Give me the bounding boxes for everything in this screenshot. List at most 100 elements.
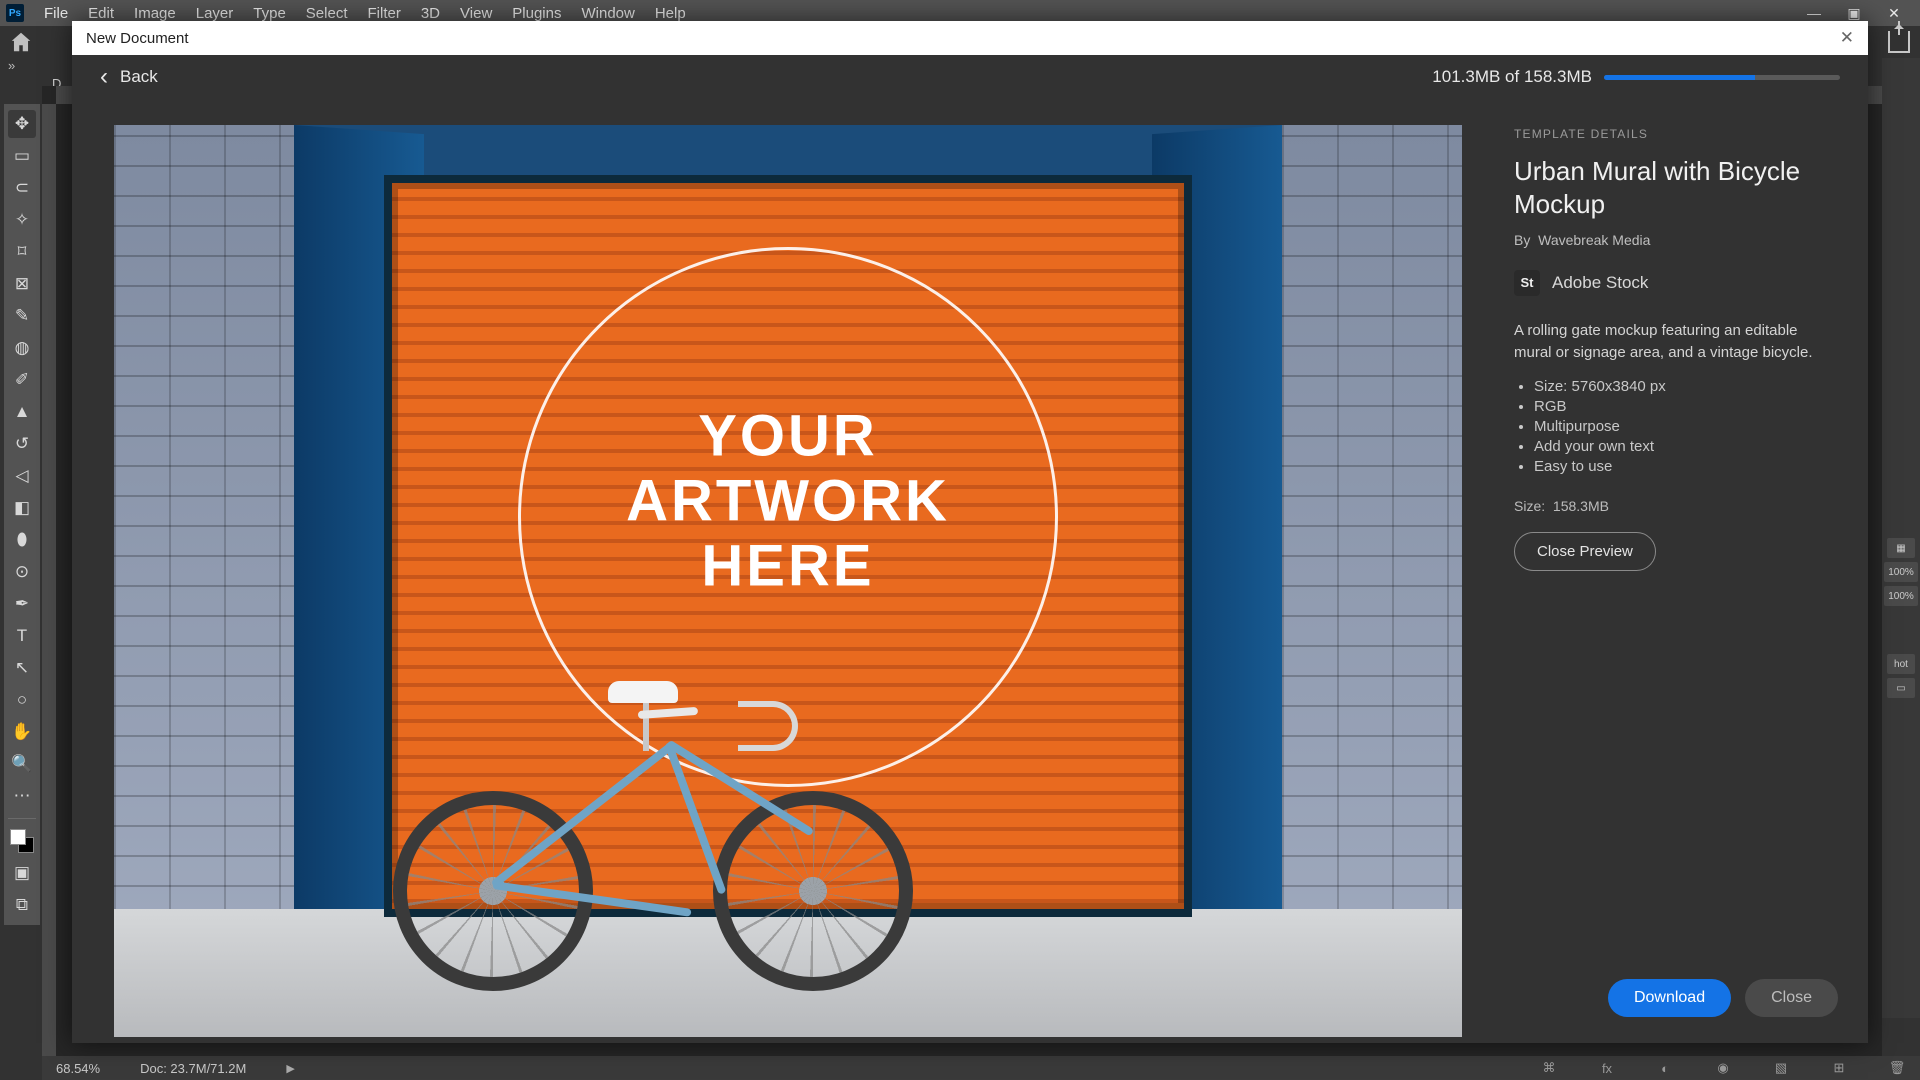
feature-item: Size: 5760x3840 px (1534, 378, 1838, 395)
bike-handlebar (738, 701, 798, 751)
mockup-image: YOUR ARTWORK HERE (114, 125, 1462, 1037)
dodge-tool[interactable]: ⊙ (8, 558, 36, 586)
zoom-level[interactable]: 68.54% (56, 1061, 100, 1076)
share-icon[interactable] (1888, 31, 1910, 53)
back-label: Back (120, 67, 158, 87)
adobe-stock-icon: St (1514, 270, 1540, 296)
path-select-tool[interactable]: ↖ (8, 654, 36, 682)
color-swatch[interactable] (10, 829, 34, 853)
menu-3d[interactable]: 3D (411, 5, 450, 22)
app-logo: Ps (6, 4, 24, 22)
blur-tool[interactable]: ⬮ (8, 526, 36, 554)
bicycle (393, 721, 913, 991)
download-progress-text: 101.3MB of 158.3MB (1432, 67, 1592, 87)
template-description: A rolling gate mockup featuring an edita… (1514, 320, 1838, 365)
template-preview: YOUR ARTWORK HERE (72, 99, 1488, 1043)
folder-icon[interactable]: ▧ (1772, 1060, 1790, 1076)
mask-icon[interactable]: ◐ (1656, 1061, 1674, 1076)
new-document-dialog: New Document ✕ ‹ Back 101.3MB of 158.3MB (72, 21, 1868, 1043)
template-byline: By Wavebreak Media (1514, 232, 1838, 248)
ruler-vertical (42, 104, 56, 1056)
menu-file[interactable]: File (34, 5, 78, 22)
template-size-row: Size: 158.3MB (1514, 498, 1838, 514)
more-tools[interactable]: ⋯ (8, 782, 36, 810)
brick-wall-left (114, 125, 294, 1037)
download-progress-bar (1604, 75, 1840, 80)
download-button[interactable]: Download (1608, 979, 1731, 1017)
right-panel-collapsed: ▦ 100% 100% hot ▭ (1882, 58, 1920, 1018)
adjustment-icon[interactable]: ◉ (1714, 1060, 1732, 1076)
eraser-tool[interactable]: ◁ (8, 462, 36, 490)
home-icon[interactable] (10, 31, 32, 53)
status-bar: 68.54% Doc: 23.7M/71.2M ▶ ⌘ fx ◐ ◉ ▧ ⊞ 🗑 (42, 1056, 1920, 1080)
menu-plugins[interactable]: Plugins (502, 5, 571, 22)
template-details-panel: TEMPLATE DETAILS Urban Mural with Bicycl… (1488, 99, 1868, 1043)
shape-tool[interactable]: ○ (8, 686, 36, 714)
trash-icon[interactable]: 🗑 (1888, 1060, 1906, 1076)
dialog-top-row: ‹ Back 101.3MB of 158.3MB (72, 55, 1868, 99)
rightbar-icon[interactable]: ▦ (1887, 538, 1915, 558)
menu-filter[interactable]: Filter (358, 5, 411, 22)
menu-type[interactable]: Type (243, 5, 296, 22)
menu-select[interactable]: Select (296, 5, 358, 22)
menu-image[interactable]: Image (124, 5, 186, 22)
move-tool[interactable]: ✥ (8, 110, 36, 138)
artwork-placeholder-text: YOUR ARTWORK HERE (626, 405, 950, 600)
zoom-tool[interactable]: 🔍 (8, 750, 36, 778)
feature-item: Multipurpose (1534, 418, 1838, 435)
dialog-title: New Document (86, 30, 189, 47)
chevron-left-icon: ‹ (100, 63, 108, 91)
menu-view[interactable]: View (450, 5, 502, 22)
close-preview-button[interactable]: Close Preview (1514, 532, 1656, 571)
close-button[interactable]: Close (1745, 979, 1838, 1017)
lasso-tool[interactable]: ⊂ (8, 174, 36, 202)
dialog-title-bar: New Document ✕ (72, 21, 1868, 55)
rightbar-fill[interactable]: 100% (1884, 586, 1918, 606)
link-icon[interactable]: ⌘ (1540, 1060, 1558, 1076)
marquee-tool[interactable]: ▭ (8, 142, 36, 170)
type-tool[interactable]: T (8, 622, 36, 650)
download-progress-fill (1604, 75, 1755, 80)
dialog-close-button[interactable]: ✕ (1840, 28, 1854, 48)
rightbar-label: hot (1887, 654, 1915, 674)
menu-help[interactable]: Help (645, 5, 696, 22)
rightbar-thumb[interactable]: ▭ (1887, 678, 1915, 698)
eyedropper-tool[interactable]: ✎ (8, 302, 36, 330)
new-layer-icon[interactable]: ⊞ (1830, 1060, 1848, 1076)
doc-size: Doc: 23.7M/71.2M (140, 1061, 246, 1076)
crop-tool[interactable]: ⌑ (8, 238, 36, 266)
brush-tool[interactable]: ✐ (8, 366, 36, 394)
window-maximize-button[interactable]: ▣ (1834, 5, 1874, 22)
brick-wall-right (1282, 125, 1462, 1037)
fx-icon[interactable]: fx (1598, 1061, 1616, 1076)
menu-window[interactable]: Window (571, 5, 644, 22)
feature-item: Easy to use (1534, 458, 1838, 475)
stock-label: Adobe Stock (1552, 273, 1648, 293)
heal-tool[interactable]: ◍ (8, 334, 36, 362)
tools-panel: ✥ ▭ ⊂ ✧ ⌑ ⊠ ✎ ◍ ✐ ▲ ↺ ◁ ◧ ⬮ ⊙ ✒ T ↖ ○ ✋ … (4, 104, 40, 925)
menu-edit[interactable]: Edit (78, 5, 124, 22)
template-features-list: Size: 5760x3840 px RGB Multipurpose Add … (1514, 375, 1838, 478)
hand-tool[interactable]: ✋ (8, 718, 36, 746)
expand-left-icon[interactable]: » (8, 58, 15, 76)
stock-source-row[interactable]: St Adobe Stock (1514, 270, 1838, 296)
window-minimize-button[interactable]: — (1794, 5, 1834, 21)
screenmode-tool[interactable]: ⧉ (8, 891, 36, 919)
feature-item: RGB (1534, 398, 1838, 415)
bike-frame (493, 741, 813, 891)
bike-seat (608, 681, 678, 703)
history-brush-tool[interactable]: ↺ (8, 430, 36, 458)
menu-layer[interactable]: Layer (186, 5, 244, 22)
stamp-tool[interactable]: ▲ (8, 398, 36, 426)
wand-tool[interactable]: ✧ (8, 206, 36, 234)
frame-tool[interactable]: ⊠ (8, 270, 36, 298)
quickmask-tool[interactable]: ▣ (8, 859, 36, 887)
status-menu-arrow[interactable]: ▶ (286, 1062, 294, 1075)
details-header: TEMPLATE DETAILS (1514, 127, 1838, 141)
template-title: Urban Mural with Bicycle Mockup (1514, 155, 1838, 222)
gradient-tool[interactable]: ◧ (8, 494, 36, 522)
feature-item: Add your own text (1534, 438, 1838, 455)
rightbar-opacity[interactable]: 100% (1884, 562, 1918, 582)
pen-tool[interactable]: ✒ (8, 590, 36, 618)
back-button[interactable]: ‹ Back (100, 63, 158, 91)
